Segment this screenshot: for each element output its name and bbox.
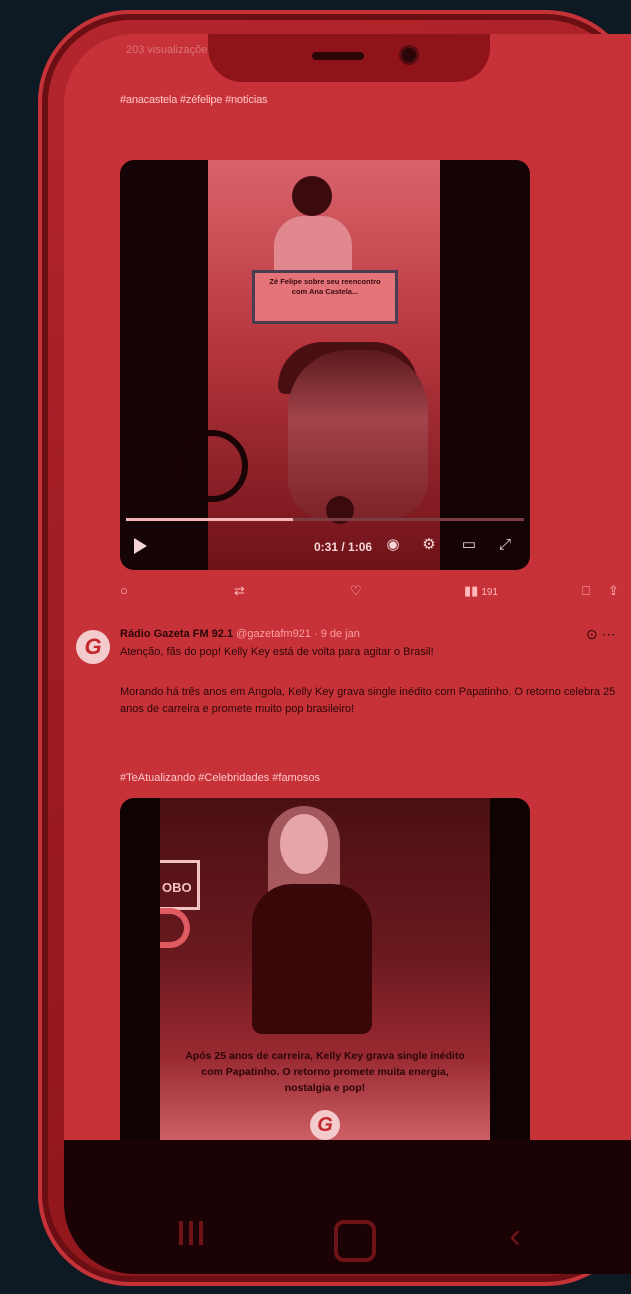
video-progress-fill [126,518,294,521]
author-handle: @gazetafm921 · 9 de jan [236,628,360,640]
speaker-grill [312,52,364,60]
photo-caption: Após 25 anos de carreira, Kelly Key grav… [185,1050,465,1094]
video-face [288,350,428,520]
reply-icon[interactable]: ○ [120,582,128,600]
video-caption: Zé Felipe sobre seu reencontro com Ana C… [252,270,398,324]
video-player[interactable]: Zé Felipe sobre seu reencontro com Ana C… [120,160,530,570]
avatar[interactable]: G [76,630,110,664]
post-hashtags[interactable]: #anacastela #zéfelipe #notícias [120,94,267,106]
views-icon[interactable]: ▮▮ 191 [464,582,498,602]
play-icon[interactable] [134,538,147,554]
heart-icon[interactable]: ♡ [350,582,362,600]
video-progress-bar[interactable] [126,518,524,521]
back-icon[interactable]: ‹ [500,1216,530,1256]
front-camera [402,48,416,62]
post-photo[interactable]: OBO Após 25 anos de carreira, Kelly Key … [120,798,530,1158]
fullscreen-icon[interactable]: ⤢ [496,536,514,554]
station-logo: G [310,1110,340,1140]
post-text-line1: Atenção, fãs do pop! Kelly Key está de v… [120,646,434,658]
home-icon[interactable] [334,1220,376,1262]
repost-icon[interactable]: ⇄ [234,582,245,600]
views-count: 191 [481,587,498,598]
post-author[interactable]: Rádio Gazeta FM 92.1 @gazetafm921 · 9 de… [120,628,360,640]
background-sign-ring [160,908,190,948]
phone-screen: 203 visualizações #anacastela #zéfelipe … [64,34,631,1274]
video-decor [176,430,248,502]
bookmark-icon[interactable]: ⎕ [582,582,590,600]
singer-body [252,884,372,1034]
view-count-truncated: 203 visualizações [126,44,213,56]
settings-icon[interactable]: ⚙ [420,536,438,554]
camera-notch [208,34,490,82]
video-person-head [292,176,332,216]
android-nav-bar: ‹ [64,1140,631,1274]
volume-icon[interactable]: ◉ [384,536,402,554]
video-person [274,216,352,276]
post-text-line2: Morando há três anos em Angola, Kelly Ke… [120,686,616,715]
recents-icon[interactable] [176,1216,206,1256]
share-icon[interactable]: ⇪ [608,582,619,600]
video-time: 0:31 / 1:06 [314,540,373,554]
post-actions: ○ ⇄ ♡ ▮▮ 191 ⎕ ⇪ [120,582,630,602]
author-name: Rádio Gazeta FM 92.1 [120,628,234,640]
singer-head [280,814,328,874]
photo-frame: OBO Após 25 anos de carreira, Kelly Key … [160,798,490,1158]
video-controls: 0:31 / 1:06 ◉ ⚙ ▭ ⤢ [120,528,530,568]
post-hashtags[interactable]: #TeAtualizando #Celebridades #famosos [120,770,620,787]
pip-icon[interactable]: ▭ [460,536,478,554]
more-options-icon[interactable]: ⊙ ⋯ [586,626,616,643]
video-frame: Zé Felipe sobre seu reencontro com Ana C… [176,160,440,570]
background-sign: OBO [160,860,200,910]
